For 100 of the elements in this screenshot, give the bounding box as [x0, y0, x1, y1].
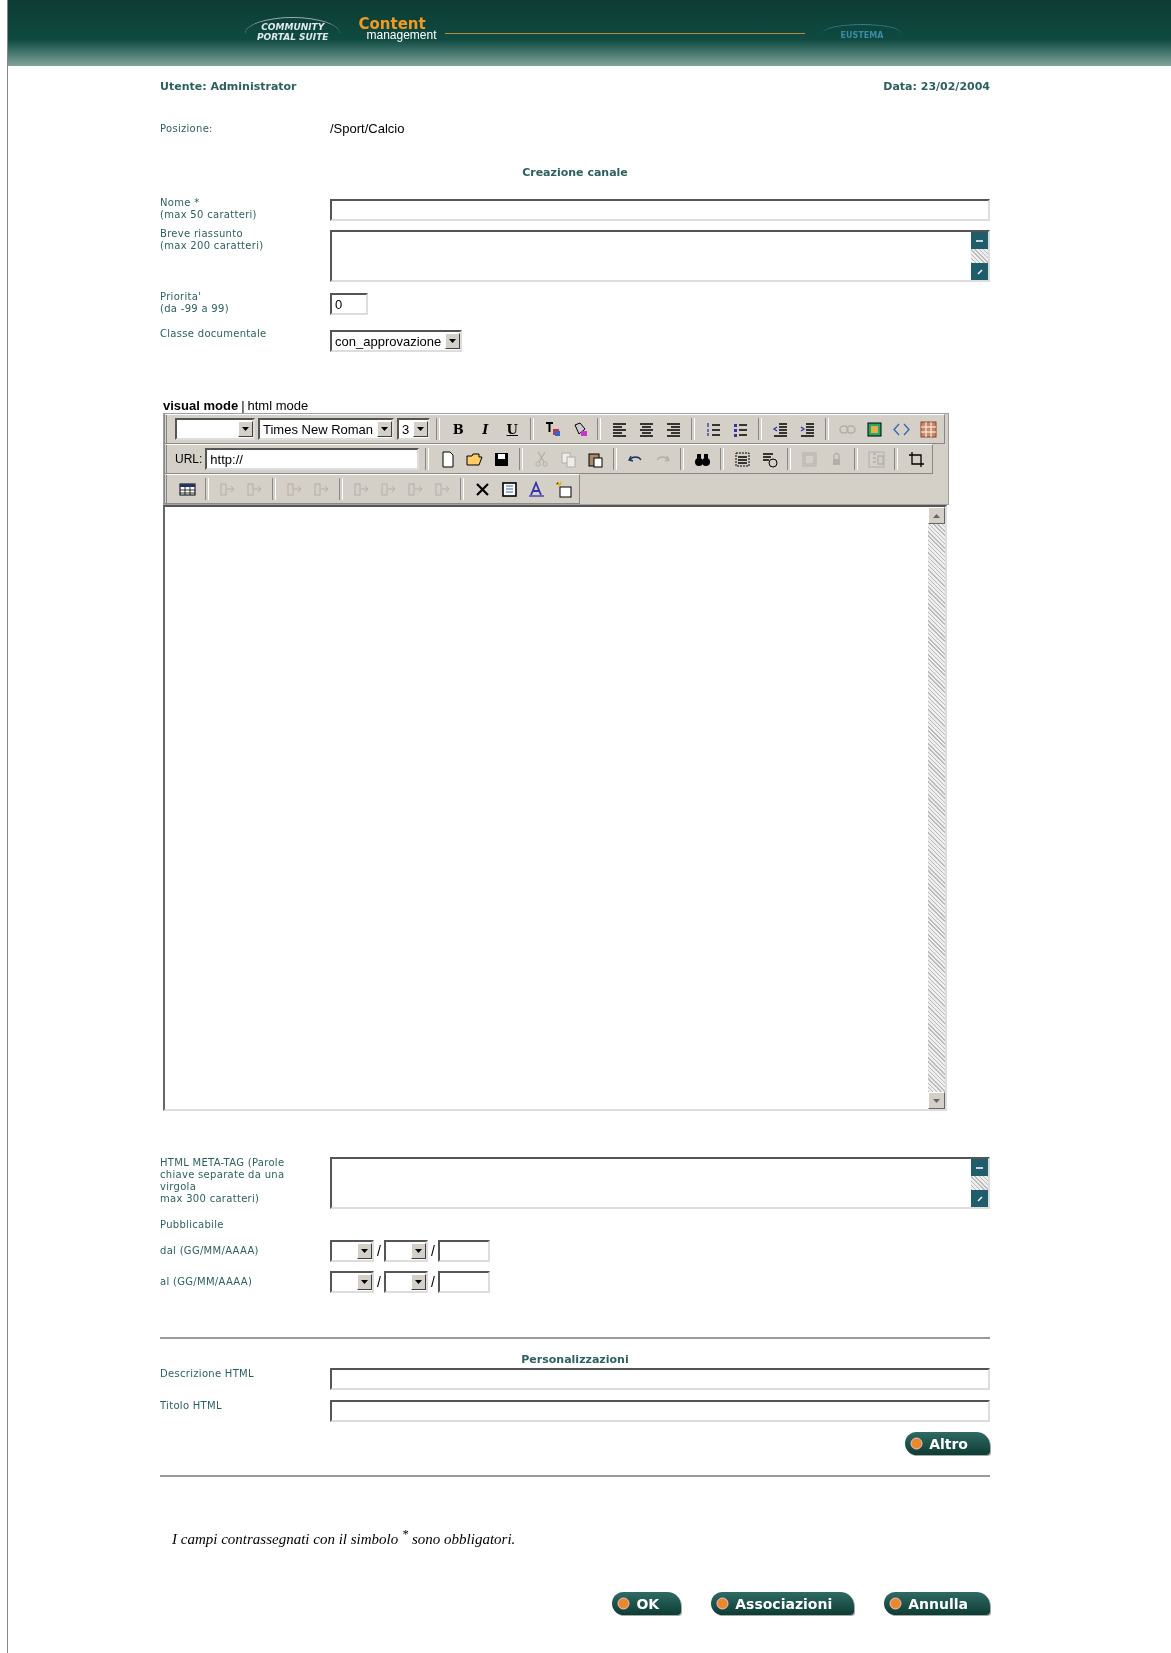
field-label: Classe documentale: [160, 328, 268, 340]
dropdown-select[interactable]: 3: [397, 418, 431, 440]
dropdown-select[interactable]: [175, 418, 255, 440]
field-label: Descrizione HTML: [160, 1368, 255, 1380]
required-note: I campi contrassegnati con il simbolo $^{*}$ sono obbligatori.: [171, 1527, 517, 1548]
action-button[interactable]: OK: [612, 1592, 682, 1615]
class-select[interactable]: con_approvazione: [330, 330, 463, 352]
letter-icon: [527, 480, 545, 498]
mode-tab[interactable]: visual mode: [163, 398, 239, 413]
align-left-icon: [610, 420, 628, 438]
align-center-icon: [637, 420, 655, 438]
year-field[interactable]: [437, 1240, 490, 1262]
dropdown-arrow-icon: [242, 427, 249, 431]
url-field[interactable]: http://: [205, 448, 420, 470]
crop-icon: [907, 450, 925, 468]
scissors-icon: [532, 450, 550, 468]
dropdown-arrow-icon: [449, 339, 457, 343]
table-icon: [178, 480, 196, 498]
colored-grid-icon: [919, 420, 937, 438]
date-separator: /: [377, 1274, 381, 1290]
field-label: Breve riassunto (max 200 caratteri): [160, 228, 265, 252]
year-field[interactable]: [437, 1271, 490, 1293]
mode-divider: |: [241, 398, 245, 413]
up-arrow-icon[interactable]: [933, 513, 940, 518]
frame-icon: [800, 450, 818, 468]
folder-icon: [465, 450, 483, 468]
priority-field[interactable]: 0: [330, 293, 368, 315]
text-field[interactable]: [330, 1400, 990, 1422]
cell-arrow-icon: [218, 480, 236, 498]
underline-button[interactable]: U: [500, 417, 525, 441]
dropdown-arrow-icon: [381, 427, 389, 431]
paste-icon: [586, 450, 604, 468]
meta-label: HTML META-TAG (Parole chiave separate da una virgola max 300 caratteri): [160, 1157, 286, 1205]
dropdown-arrow-icon: [414, 1249, 422, 1253]
minus-icon[interactable]: [971, 1159, 988, 1176]
row-arrow-icon: [285, 480, 303, 498]
dot-icon: [716, 1597, 730, 1610]
meta-field[interactable]: [330, 1157, 990, 1209]
dropdown-arrow-icon: [361, 1249, 368, 1253]
text-field[interactable]: [330, 1368, 990, 1390]
bold-button[interactable]: B: [446, 417, 471, 441]
section-title: Creazione canale: [522, 166, 628, 179]
date-label: Data: 23/02/2004: [883, 80, 990, 93]
dashed-box-icon: [733, 450, 751, 468]
outdent-icon: [771, 420, 789, 438]
month-select[interactable]: [383, 1271, 428, 1293]
dot-icon: [910, 1437, 924, 1450]
action-button[interactable]: Annulla: [884, 1592, 990, 1615]
publish-title: Pubblicabile: [160, 1219, 224, 1230]
dropdown-arrow-icon: [417, 427, 425, 431]
dot-icon: [617, 1597, 631, 1610]
date-separator: /: [430, 1243, 435, 1259]
align-right-icon: [664, 420, 682, 438]
pencil-icon[interactable]: [971, 263, 988, 280]
row-arrow-icon: [312, 480, 330, 498]
url-label: URL:: [175, 452, 203, 466]
section-title: Personalizzazioni: [521, 1353, 629, 1366]
date-separator: /: [377, 1243, 381, 1259]
summary-field[interactable]: [330, 230, 990, 282]
down-arrow-icon[interactable]: [933, 1098, 940, 1103]
dropdown-select[interactable]: Times New Roman: [258, 418, 395, 440]
dropdown-arrow-icon: [361, 1280, 368, 1284]
dot-icon: [889, 1597, 903, 1610]
position-label: Posizione:: [160, 123, 214, 135]
column-arrow-icon: [406, 480, 424, 498]
close-icon: [473, 480, 491, 498]
sparkle-table-icon: [554, 480, 572, 498]
copy-icon: [559, 450, 577, 468]
indent-icon: [798, 420, 816, 438]
pencil-icon[interactable]: [971, 1190, 988, 1207]
column-arrow-icon: [352, 480, 370, 498]
action-button[interactable]: Altro: [905, 1432, 990, 1455]
action-button[interactable]: Associazioni: [711, 1592, 855, 1615]
date-range-label: dal (GG/MM/AAAA): [160, 1245, 260, 1257]
date-range-label: al (GG/MM/AAAA): [160, 1276, 254, 1288]
position-value: /Sport/Calcio: [330, 121, 406, 136]
day-select[interactable]: [330, 1240, 374, 1262]
column-arrow-icon: [379, 480, 397, 498]
italic-button[interactable]: I: [473, 417, 498, 441]
scrollbar[interactable]: [928, 507, 945, 1109]
product-title: Content: [358, 19, 426, 30]
minus-icon[interactable]: [971, 232, 988, 249]
cell-arrow-icon: [245, 480, 263, 498]
image-icon: [865, 420, 883, 438]
field-label: Priorita' (da -99 a 99): [160, 291, 230, 315]
layout-icon: [867, 450, 885, 468]
framed-text-icon: [500, 480, 518, 498]
text-field[interactable]: [330, 199, 990, 221]
text-clock-icon: [760, 450, 778, 468]
column-arrow-icon: [433, 480, 451, 498]
mode-tab[interactable]: html mode: [247, 398, 309, 413]
suite-logo: COMMUNITY PORTAL SUITE: [245, 16, 341, 50]
day-select[interactable]: [330, 1271, 374, 1293]
field-label: Titolo HTML: [160, 1400, 223, 1412]
text-color-icon: [543, 420, 561, 438]
field-label: Nome * (max 50 caratteri): [160, 197, 258, 221]
partner-logo: EUSTEMA: [822, 24, 902, 42]
month-select[interactable]: [383, 1240, 428, 1262]
numbered-list-icon: [704, 420, 722, 438]
dropdown-arrow-icon: [414, 1280, 422, 1284]
